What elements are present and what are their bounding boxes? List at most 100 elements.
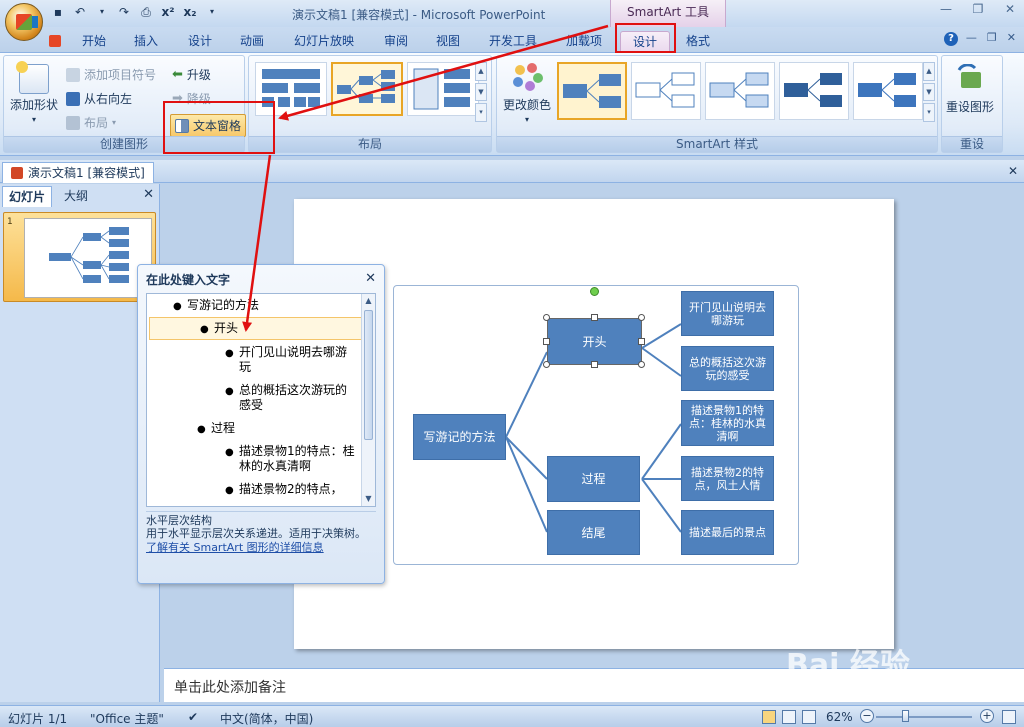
tab-design[interactable]: 设计 bbox=[178, 31, 222, 52]
resize-handle[interactable] bbox=[638, 338, 645, 345]
right-to-left-button[interactable]: 从右向左 bbox=[66, 90, 132, 107]
close-pane-icon[interactable]: ✕ bbox=[143, 187, 154, 202]
doc-minimize-icon[interactable]: — bbox=[966, 31, 977, 44]
scroll-up-icon[interactable]: ▲ bbox=[362, 294, 375, 308]
close-document-icon[interactable]: ✕ bbox=[1008, 164, 1018, 178]
help-icon[interactable]: ? bbox=[944, 32, 958, 46]
doc-close-icon[interactable]: ✕ bbox=[1007, 31, 1016, 44]
rotate-handle[interactable] bbox=[590, 287, 599, 296]
zoom-slider-knob[interactable] bbox=[902, 710, 909, 722]
zoom-slider-track[interactable] bbox=[876, 716, 972, 718]
text-pane-scrollbar[interactable]: ▲ ▼ bbox=[361, 294, 375, 506]
learn-more-link[interactable]: 了解有关 SmartArt 图形的详细信息 bbox=[146, 541, 376, 554]
doc-restore-icon[interactable]: ❐ bbox=[987, 31, 997, 44]
tab-addins[interactable]: 加载项 bbox=[556, 31, 612, 52]
tab-insert[interactable]: 插入 bbox=[124, 31, 168, 52]
slide-thumbnail[interactable]: 1 bbox=[3, 212, 156, 302]
close-text-pane-icon[interactable]: ✕ bbox=[365, 271, 376, 286]
add-bullet-button[interactable]: 添加项目符号 bbox=[66, 66, 156, 83]
resize-handle[interactable] bbox=[638, 314, 645, 321]
tab-animations[interactable]: 动画 bbox=[230, 31, 274, 52]
office-menu-icon[interactable] bbox=[46, 31, 64, 52]
add-shape-button[interactable]: 添加形状 ▾ bbox=[10, 61, 58, 124]
smartart-node-process[interactable]: 过程 bbox=[547, 456, 640, 502]
slide-number: 1 bbox=[7, 217, 13, 227]
text-pane-editor[interactable]: ● 写游记的方法 ● 开头 ● 开门见山说明去哪游玩 ● 总的概括这次游玩的感受 ● 过程… bbox=[146, 293, 376, 507]
tab-home[interactable]: 开始 bbox=[72, 31, 116, 52]
resize-handle[interactable] bbox=[638, 361, 645, 368]
customize-qat-icon[interactable]: ▾ bbox=[204, 4, 220, 20]
smartart-leaf-node[interactable]: 描述景物2的特点，风土人情 bbox=[681, 456, 774, 501]
style-thumb-1[interactable] bbox=[557, 62, 627, 120]
text-pane-item[interactable]: ● 开门见山说明去哪游玩 bbox=[147, 340, 363, 378]
subscript-button[interactable]: x₂ bbox=[182, 4, 198, 20]
style-thumb-5[interactable] bbox=[853, 62, 923, 120]
zoom-in-icon[interactable]: + bbox=[980, 709, 994, 723]
scroll-up-icon[interactable]: ▲ bbox=[475, 62, 487, 81]
smartart-node-opening[interactable]: 开头 bbox=[547, 318, 642, 365]
restore-icon[interactable]: ❐ bbox=[968, 2, 988, 16]
tab-slideshow[interactable]: 幻灯片放映 bbox=[288, 31, 360, 52]
text-pane-item[interactable]: ● 描述景物1的特点：桂林的水真清啊 bbox=[147, 439, 363, 477]
smartart-leaf-node[interactable]: 描述景物1的特点：桂林的水真清啊 bbox=[681, 400, 774, 446]
smartart-leaf-node[interactable]: 描述最后的景点 bbox=[681, 510, 774, 555]
style-thumb-3[interactable] bbox=[705, 62, 775, 120]
scroll-down-icon[interactable]: ▼ bbox=[475, 82, 487, 102]
spellcheck-icon[interactable]: ✔ bbox=[188, 710, 198, 724]
change-colors-button[interactable]: 更改颜色 ▾ bbox=[503, 62, 551, 124]
smartart-frame[interactable]: 写游记的方法 开头 过程 结尾 开门见山说明去哪游玩 总的概括这次游玩的感受 描… bbox=[393, 285, 799, 565]
text-pane-item[interactable]: ● 总的概括这次游玩的感受 bbox=[147, 378, 363, 416]
layout-thumb-3[interactable] bbox=[407, 62, 479, 116]
undo-icon[interactable]: ↶ bbox=[72, 4, 88, 20]
smartart-text-pane: 在此处键入文字 ✕ ● 写游记的方法 ● 开头 ● 开门见山说明去哪游玩 ● 总的概括这… bbox=[137, 264, 385, 584]
slide-sorter-icon[interactable] bbox=[782, 710, 796, 724]
tab-format[interactable]: 格式 bbox=[674, 31, 722, 52]
tab-view[interactable]: 视图 bbox=[426, 31, 470, 52]
smartart-root-node[interactable]: 写游记的方法 bbox=[413, 414, 506, 460]
dropdown-arrow-icon[interactable]: ▾ bbox=[94, 4, 110, 20]
tab-developer[interactable]: 开发工具 bbox=[482, 31, 544, 52]
redo-icon[interactable]: ↷ bbox=[116, 4, 132, 20]
scroll-down-icon[interactable]: ▼ bbox=[362, 492, 375, 506]
fit-to-window-icon[interactable] bbox=[1002, 710, 1016, 724]
resize-handle[interactable] bbox=[543, 361, 550, 368]
zoom-out-icon[interactable]: − bbox=[860, 709, 874, 723]
scroll-down-icon[interactable]: ▼ bbox=[923, 82, 935, 102]
resize-handle[interactable] bbox=[591, 361, 598, 368]
text-pane-item[interactable]: ● 写游记的方法 bbox=[147, 294, 363, 317]
bullet-icon: ● bbox=[225, 348, 234, 359]
save-icon[interactable]: ▪ bbox=[50, 4, 66, 20]
document-tab[interactable]: 演示文稿1 [兼容模式] bbox=[2, 162, 154, 183]
resize-handle[interactable] bbox=[543, 314, 550, 321]
print-preview-icon[interactable]: ⎙ bbox=[138, 4, 154, 20]
tab-review[interactable]: 审阅 bbox=[374, 31, 418, 52]
smartart-leaf-node[interactable]: 开门见山说明去哪游玩 bbox=[681, 291, 774, 336]
scroll-up-icon[interactable]: ▲ bbox=[923, 62, 935, 81]
reset-graphic-button[interactable]: 重设图形 bbox=[946, 64, 994, 115]
text-pane-item[interactable]: ● 过程 bbox=[147, 416, 363, 439]
zoom-level[interactable]: 62% bbox=[826, 710, 853, 724]
tab-outline[interactable]: 大纲 bbox=[58, 186, 94, 207]
group-layouts: ▲ ▼ ▾ 布局 bbox=[248, 55, 492, 153]
smartart-leaf-node[interactable]: 总的概括这次游玩的感受 bbox=[681, 346, 774, 391]
scrollbar-thumb[interactable] bbox=[364, 310, 373, 440]
style-thumb-4[interactable] bbox=[779, 62, 849, 120]
slideshow-icon[interactable] bbox=[802, 710, 816, 724]
resize-handle[interactable] bbox=[543, 338, 550, 345]
resize-handle[interactable] bbox=[591, 314, 598, 321]
close-icon[interactable]: ✕ bbox=[1000, 2, 1020, 16]
minimize-icon[interactable]: — bbox=[936, 2, 956, 16]
office-button[interactable] bbox=[5, 3, 43, 41]
gallery-more-icon[interactable]: ▾ bbox=[475, 103, 487, 123]
superscript-button[interactable]: x² bbox=[160, 4, 176, 20]
style-thumb-2[interactable] bbox=[631, 62, 701, 120]
normal-view-icon[interactable] bbox=[762, 710, 776, 724]
layout-thumb-horizontal-hierarchy[interactable] bbox=[331, 62, 403, 116]
tab-slides[interactable]: 幻灯片 bbox=[2, 186, 53, 207]
promote-button[interactable]: ⬅ 升级 bbox=[172, 66, 211, 83]
text-pane-item-current[interactable]: ● 开头 bbox=[149, 317, 363, 340]
text-pane-item[interactable]: ● 描述景物2的特点， bbox=[147, 477, 363, 500]
layout-button[interactable]: 布局 ▾ bbox=[66, 114, 116, 131]
smartart-node-ending[interactable]: 结尾 bbox=[547, 510, 640, 555]
gallery-more-icon[interactable]: ▾ bbox=[923, 103, 935, 123]
